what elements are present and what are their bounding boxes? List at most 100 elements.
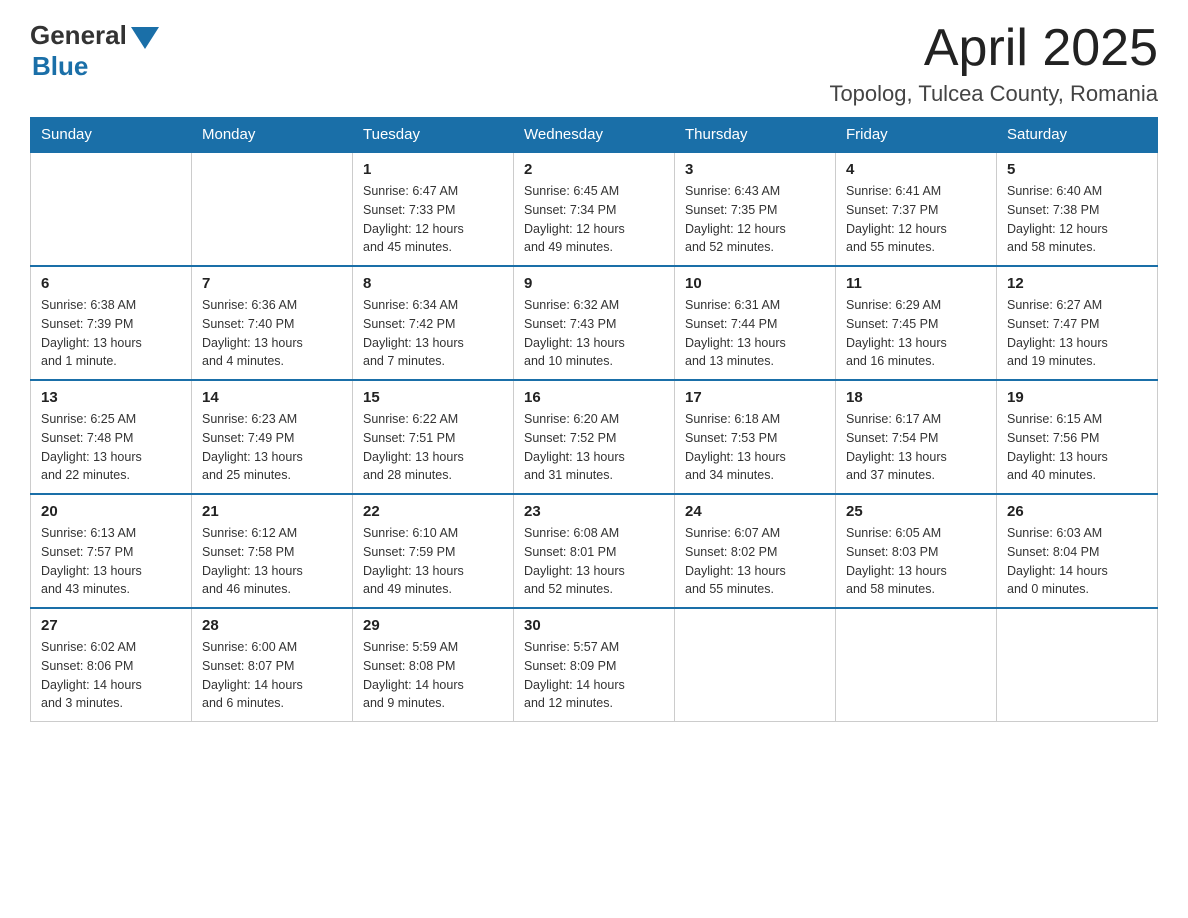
day-info: Sunrise: 6:03 AMSunset: 8:04 PMDaylight:… [1007,524,1147,599]
calendar-cell: 21Sunrise: 6:12 AMSunset: 7:58 PMDayligh… [192,494,353,608]
day-number: 9 [524,275,664,292]
calendar-cell: 6Sunrise: 6:38 AMSunset: 7:39 PMDaylight… [31,266,192,380]
day-info: Sunrise: 6:32 AMSunset: 7:43 PMDaylight:… [524,296,664,371]
calendar-cell: 18 Sunrise: 6:17 AMSunset: 7:54 PMDayligh… [836,380,997,494]
logo-triangle-icon [131,27,159,49]
calendar-cell: 7 Sunrise: 6:36 AMSunset: 7:40 PMDaylight… [192,266,353,380]
calendar-header-sunday: Sunday [31,118,192,153]
calendar-cell: 1 Sunrise: 6:47 AMSunset: 7:33 PMDaylight… [353,152,514,266]
calendar-cell: 24Sunrise: 6:07 AMSunset: 8:02 PMDayligh… [675,494,836,608]
day-number: 12 [1007,275,1147,292]
week-row-1: 1 Sunrise: 6:47 AMSunset: 7:33 PMDaylight… [31,152,1158,266]
calendar-cell: 4 Sunrise: 6:41 AMSunset: 7:37 PMDaylight… [836,152,997,266]
week-row-3: 13Sunrise: 6:25 AMSunset: 7:48 PMDayligh… [31,380,1158,494]
day-number: 28 [202,617,342,634]
day-number: 8 [363,275,503,292]
calendar-cell: 19 Sunrise: 6:15 AMSunset: 7:56 PMDayligh… [997,380,1158,494]
calendar-cell: 28 Sunrise: 6:00 AMSunset: 8:07 PMDayligh… [192,608,353,722]
week-row-5: 27 Sunrise: 6:02 AMSunset: 8:06 PMDayligh… [31,608,1158,722]
calendar-cell: 11 Sunrise: 6:29 AMSunset: 7:45 PMDayligh… [836,266,997,380]
calendar-cell: 2 Sunrise: 6:45 AMSunset: 7:34 PMDaylight… [514,152,675,266]
day-info: Sunrise: 6:10 AMSunset: 7:59 PMDaylight:… [363,524,503,599]
calendar-cell: 29Sunrise: 5:59 AMSunset: 8:08 PMDayligh… [353,608,514,722]
calendar-cell [675,608,836,722]
calendar-header-row: SundayMondayTuesdayWednesdayThursdayFrid… [31,118,1158,153]
day-info: Sunrise: 6:43 AMSunset: 7:35 PMDaylight:… [685,182,825,257]
page-header: General Blue April 2025 Topolog, Tulcea … [30,20,1158,107]
title-section: April 2025 Topolog, Tulcea County, Roman… [829,20,1158,107]
day-number: 20 [41,503,181,520]
day-info: Sunrise: 6:36 AMSunset: 7:40 PMDaylight:… [202,296,342,371]
location-title: Topolog, Tulcea County, Romania [829,81,1158,107]
day-info: Sunrise: 6:23 AMSunset: 7:49 PMDaylight:… [202,410,342,485]
day-number: 11 [846,275,986,292]
day-info: Sunrise: 6:02 AMSunset: 8:06 PMDaylight:… [41,638,181,713]
day-number: 3 [685,161,825,178]
day-info: Sunrise: 6:45 AMSunset: 7:34 PMDaylight:… [524,182,664,257]
calendar-cell: 5Sunrise: 6:40 AMSunset: 7:38 PMDaylight… [997,152,1158,266]
calendar-cell: 16 Sunrise: 6:20 AMSunset: 7:52 PMDayligh… [514,380,675,494]
day-number: 15 [363,389,503,406]
day-info: Sunrise: 6:15 AMSunset: 7:56 PMDaylight:… [1007,410,1147,485]
day-info: Sunrise: 6:20 AMSunset: 7:52 PMDaylight:… [524,410,664,485]
day-info: Sunrise: 5:57 AMSunset: 8:09 PMDaylight:… [524,638,664,713]
day-info: Sunrise: 6:41 AMSunset: 7:37 PMDaylight:… [846,182,986,257]
day-number: 2 [524,161,664,178]
calendar-cell [31,152,192,266]
calendar-cell: 25 Sunrise: 6:05 AMSunset: 8:03 PMDayligh… [836,494,997,608]
calendar-header-tuesday: Tuesday [353,118,514,153]
month-title: April 2025 [829,20,1158,77]
logo-general-text: General [30,20,127,51]
day-number: 19 [1007,389,1147,406]
day-number: 26 [1007,503,1147,520]
day-number: 13 [41,389,181,406]
day-number: 27 [41,617,181,634]
day-number: 25 [846,503,986,520]
calendar-header-wednesday: Wednesday [514,118,675,153]
day-number: 1 [363,161,503,178]
calendar-cell: 13Sunrise: 6:25 AMSunset: 7:48 PMDayligh… [31,380,192,494]
calendar-cell [836,608,997,722]
day-number: 4 [846,161,986,178]
day-number: 6 [41,275,181,292]
calendar-cell: 27 Sunrise: 6:02 AMSunset: 8:06 PMDayligh… [31,608,192,722]
week-row-2: 6Sunrise: 6:38 AMSunset: 7:39 PMDaylight… [31,266,1158,380]
day-number: 14 [202,389,342,406]
calendar-cell: 15 Sunrise: 6:22 AMSunset: 7:51 PMDayligh… [353,380,514,494]
day-number: 10 [685,275,825,292]
day-number: 7 [202,275,342,292]
calendar-table: SundayMondayTuesdayWednesdayThursdayFrid… [30,117,1158,722]
day-number: 23 [524,503,664,520]
calendar-header-thursday: Thursday [675,118,836,153]
calendar-cell: 14 Sunrise: 6:23 AMSunset: 7:49 PMDayligh… [192,380,353,494]
day-number: 18 [846,389,986,406]
day-info: Sunrise: 6:47 AMSunset: 7:33 PMDaylight:… [363,182,503,257]
day-number: 17 [685,389,825,406]
day-info: Sunrise: 6:08 AMSunset: 8:01 PMDaylight:… [524,524,664,599]
week-row-4: 20 Sunrise: 6:13 AMSunset: 7:57 PMDayligh… [31,494,1158,608]
day-info: Sunrise: 6:18 AMSunset: 7:53 PMDaylight:… [685,410,825,485]
day-info: Sunrise: 6:29 AMSunset: 7:45 PMDaylight:… [846,296,986,371]
day-number: 21 [202,503,342,520]
calendar-cell: 22 Sunrise: 6:10 AMSunset: 7:59 PMDayligh… [353,494,514,608]
day-info: Sunrise: 6:40 AMSunset: 7:38 PMDaylight:… [1007,182,1147,257]
calendar-cell: 12Sunrise: 6:27 AMSunset: 7:47 PMDayligh… [997,266,1158,380]
calendar-cell: 30Sunrise: 5:57 AMSunset: 8:09 PMDayligh… [514,608,675,722]
calendar-cell: 9 Sunrise: 6:32 AMSunset: 7:43 PMDaylight… [514,266,675,380]
calendar-cell: 23 Sunrise: 6:08 AMSunset: 8:01 PMDayligh… [514,494,675,608]
day-number: 22 [363,503,503,520]
calendar-cell [997,608,1158,722]
day-info: Sunrise: 6:34 AMSunset: 7:42 PMDaylight:… [363,296,503,371]
day-info: Sunrise: 6:22 AMSunset: 7:51 PMDaylight:… [363,410,503,485]
calendar-header-monday: Monday [192,118,353,153]
day-info: Sunrise: 6:05 AMSunset: 8:03 PMDaylight:… [846,524,986,599]
logo-blue-text: Blue [32,51,88,82]
calendar-cell: 3 Sunrise: 6:43 AMSunset: 7:35 PMDaylight… [675,152,836,266]
day-info: Sunrise: 6:17 AMSunset: 7:54 PMDaylight:… [846,410,986,485]
day-number: 16 [524,389,664,406]
calendar-header-saturday: Saturday [997,118,1158,153]
day-info: Sunrise: 6:07 AMSunset: 8:02 PMDaylight:… [685,524,825,599]
day-info: Sunrise: 6:13 AMSunset: 7:57 PMDaylight:… [41,524,181,599]
day-info: Sunrise: 6:31 AMSunset: 7:44 PMDaylight:… [685,296,825,371]
day-info: Sunrise: 6:00 AMSunset: 8:07 PMDaylight:… [202,638,342,713]
